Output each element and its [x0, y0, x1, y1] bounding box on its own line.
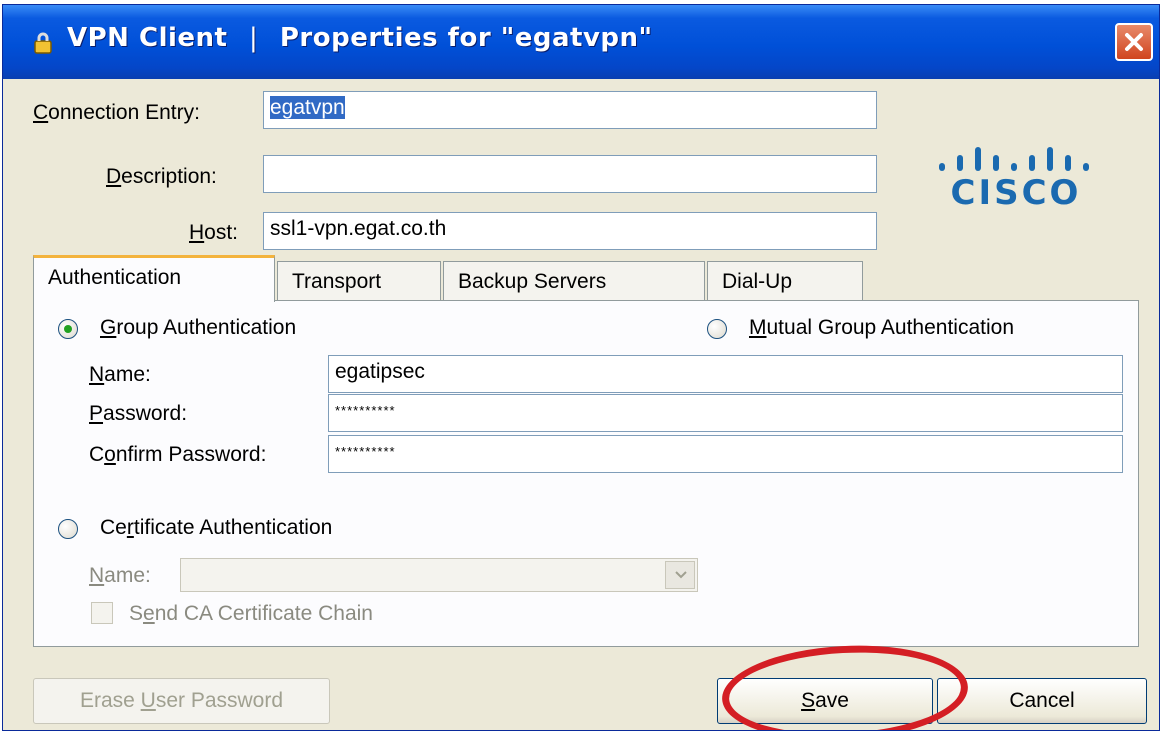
chevron-down-icon — [675, 571, 687, 579]
cert-auth-radio[interactable] — [58, 519, 78, 539]
close-button[interactable] — [1115, 23, 1153, 61]
connection-entry-value: egatvpn — [270, 96, 345, 119]
mutual-auth-radio[interactable] — [707, 319, 727, 339]
host-label: Host: — [189, 221, 238, 245]
send-ca-label-pre: S — [129, 602, 144, 625]
connection-entry-input[interactable]: egatvpn — [263, 91, 877, 129]
group-auth-label[interactable]: Group Authentication — [100, 316, 296, 340]
host-label-key: H — [189, 221, 205, 244]
send-ca-label-key: e — [143, 602, 155, 625]
password-label-key: P — [89, 402, 104, 425]
send-ca-checkbox[interactable] — [91, 602, 113, 624]
cert-auth-label-rest: tificate Authentication — [133, 516, 333, 539]
confirm-password-value: ********** — [335, 444, 396, 459]
tab-transport[interactable]: Transport — [277, 261, 441, 301]
confirm-password-label-rest: nfirm Password: — [115, 443, 267, 466]
description-label-rest: escription: — [121, 165, 217, 188]
confirm-password-label: Confirm Password: — [89, 443, 266, 467]
vpn-properties-dialog: VPN Client | Properties for "egatvpn" Co… — [2, 4, 1160, 731]
name-label-key: N — [89, 363, 105, 386]
tab-dial-up-label: Dial-Up — [722, 270, 793, 293]
cancel-label: Cancel — [1009, 689, 1075, 712]
host-input[interactable]: ssl1-vpn.egat.co.th — [263, 212, 877, 250]
confirm-password-label-key: o — [104, 443, 116, 466]
description-label: Description: — [106, 165, 217, 189]
erase-label-rest: ser Password — [155, 689, 284, 712]
erase-label-key: U — [140, 689, 156, 712]
title-bar[interactable]: VPN Client | Properties for "egatvpn" — [3, 5, 1159, 79]
mutual-auth-label-rest: utual Group Authentication — [766, 316, 1015, 339]
name-label: Name: — [89, 363, 151, 387]
window-title: VPN Client | Properties for "egatvpn" — [67, 23, 653, 53]
description-input[interactable] — [263, 155, 877, 193]
authentication-panel — [33, 300, 1139, 647]
erase-user-password-button[interactable]: Erase User Password — [33, 678, 330, 724]
name-input[interactable]: egatipsec — [328, 355, 1123, 393]
description-label-key: D — [106, 165, 122, 188]
title-separator: | — [249, 23, 259, 53]
mutual-auth-label-key: M — [749, 316, 767, 339]
tab-authentication[interactable]: Authentication — [33, 255, 275, 302]
cert-name-label-rest: ame: — [104, 564, 151, 587]
connection-entry-label-rest: onnection Entry: — [48, 101, 200, 124]
app-name: VPN Client — [67, 23, 228, 53]
tab-dial-up[interactable]: Dial-Up — [707, 261, 863, 301]
cert-name-label: Name: — [89, 564, 151, 588]
close-icon — [1125, 33, 1143, 51]
password-value: ********** — [335, 403, 396, 418]
group-auth-radio[interactable] — [58, 319, 78, 339]
lock-icon — [34, 32, 52, 54]
tab-transport-label: Transport — [292, 270, 382, 293]
cancel-button[interactable]: Cancel — [937, 678, 1147, 724]
host-value: ssl1-vpn.egat.co.th — [270, 217, 447, 240]
dialog-title: Properties for "egatvpn" — [279, 23, 653, 53]
tab-backup-servers[interactable]: Backup Servers — [443, 261, 705, 301]
group-auth-label-rest: roup Authentication — [116, 316, 297, 339]
send-ca-label[interactable]: Send CA Certificate Chain — [129, 602, 373, 626]
host-label-rest: ost: — [204, 221, 239, 244]
cisco-wordmark: cisco — [950, 173, 1082, 213]
name-label-rest: ame: — [104, 363, 151, 386]
tab-backup-servers-label: Backup Servers — [458, 270, 607, 293]
send-ca-label-rest: nd CA Certificate Chain — [154, 602, 373, 625]
connection-entry-label: Connection Entry: — [33, 101, 200, 125]
password-input[interactable]: ********** — [328, 394, 1123, 432]
cert-auth-label[interactable]: Certificate Authentication — [100, 516, 332, 540]
cert-auth-label-pre: Ce — [100, 516, 127, 539]
highlight-circle-annotation — [719, 639, 971, 730]
cert-name-label-key: N — [89, 564, 105, 587]
cert-name-dropdown-button[interactable] — [665, 561, 695, 589]
cisco-logo: cisco — [933, 145, 1123, 215]
erase-label-pre: Erase — [79, 689, 141, 712]
connection-entry-label-key: C — [33, 101, 49, 124]
mutual-auth-label[interactable]: Mutual Group Authentication — [749, 316, 1014, 340]
password-label: Password: — [89, 402, 187, 426]
group-auth-label-key: G — [100, 316, 117, 339]
cert-auth-label-key: r — [126, 516, 134, 539]
cert-name-select[interactable] — [180, 558, 698, 592]
name-value: egatipsec — [335, 360, 425, 383]
tab-authentication-label: Authentication — [48, 266, 182, 289]
confirm-password-label-pre: C — [89, 443, 105, 466]
password-label-rest: assword: — [103, 402, 188, 425]
confirm-password-input[interactable]: ********** — [328, 435, 1123, 473]
